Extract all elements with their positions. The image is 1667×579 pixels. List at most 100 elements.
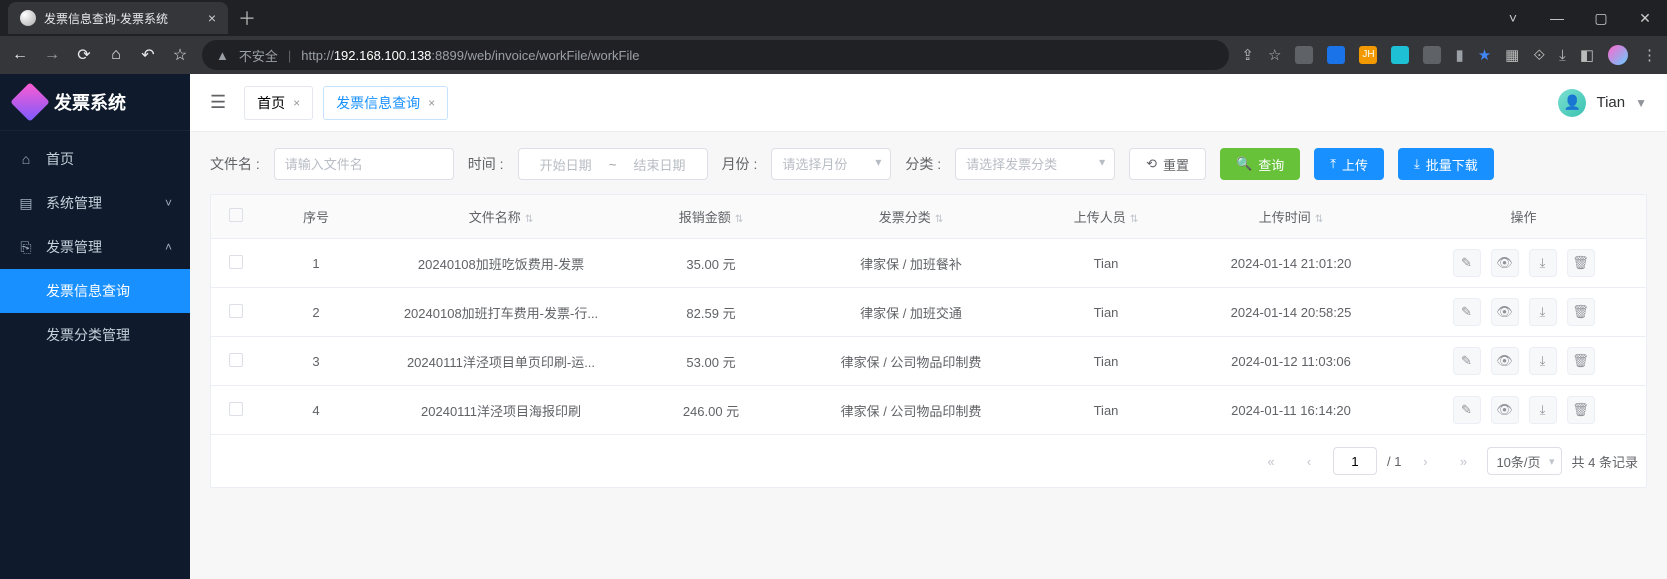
- extension-icon[interactable]: [1295, 46, 1313, 64]
- sidebar-item-home[interactable]: ⌂ 首页: [0, 137, 190, 181]
- page-size-select[interactable]: 10条/页: [1487, 447, 1561, 475]
- refresh-icon: ⟲: [1146, 156, 1157, 172]
- app: 发票系统 ⌂ 首页 ▤ 系统管理 ˅ ⎘ 发票管理 ˄ 发票信息查询 发票分类管…: [0, 74, 1667, 579]
- new-tab-button[interactable]: ＋: [238, 5, 256, 31]
- edit-button[interactable]: ✎: [1453, 298, 1481, 326]
- category-select[interactable]: [955, 148, 1115, 180]
- forward-button[interactable]: →: [42, 46, 62, 64]
- cell-amount: 53.00 元: [631, 337, 791, 386]
- profile-avatar[interactable]: [1608, 45, 1628, 65]
- crop-icon[interactable]: ⟐: [1533, 47, 1545, 64]
- system-icon: ▤: [18, 195, 34, 212]
- col-seq: 序号: [303, 210, 329, 225]
- sort-icon[interactable]: ⇅: [935, 214, 943, 225]
- month-select[interactable]: [771, 148, 891, 180]
- delete-button[interactable]: 🗑: [1567, 298, 1595, 326]
- sort-icon[interactable]: ⇅: [735, 214, 743, 225]
- close-icon[interactable]: ×: [208, 10, 216, 26]
- star-icon[interactable]: ☆: [1268, 46, 1281, 64]
- sidebar-sub-invoice-category[interactable]: 发票分类管理: [0, 313, 190, 357]
- user-menu[interactable]: 👤 Tian ▼: [1558, 89, 1647, 117]
- batch-download-button[interactable]: ⤓ 批量下载: [1398, 148, 1494, 180]
- select-all-checkbox[interactable]: [229, 208, 243, 222]
- file-name-input[interactable]: [274, 148, 454, 180]
- next-page-button[interactable]: ›: [1411, 447, 1439, 475]
- sort-icon[interactable]: ⇅: [1130, 214, 1138, 225]
- extension-icon[interactable]: [1327, 46, 1345, 64]
- window-minimize[interactable]: —: [1535, 10, 1579, 27]
- sidebar-sub-invoice-query[interactable]: 发票信息查询: [0, 269, 190, 313]
- topbar: ☰ 首页 × 发票信息查询 × 👤 Tian ▼: [190, 74, 1667, 132]
- address-bar[interactable]: ▲ 不安全 | http://192.168.100.138:8899/web/…: [202, 40, 1229, 70]
- view-button[interactable]: 👁: [1491, 347, 1519, 375]
- download-button[interactable]: ⤓: [1529, 396, 1557, 424]
- row-checkbox[interactable]: [229, 402, 243, 416]
- cell-category: 律家保 / 公司物品印制费: [791, 386, 1031, 435]
- row-checkbox[interactable]: [229, 353, 243, 367]
- sort-icon[interactable]: ⇅: [525, 214, 533, 225]
- kebab-menu-icon[interactable]: ⋮: [1642, 46, 1657, 64]
- window-minimize-dropdown[interactable]: ˅: [1491, 10, 1535, 27]
- undo-button[interactable]: ↶: [138, 45, 158, 65]
- tab-invoice-query[interactable]: 发票信息查询 ×: [323, 86, 448, 120]
- download-icon[interactable]: ⤓: [1559, 47, 1566, 64]
- delete-button[interactable]: 🗑: [1567, 249, 1595, 277]
- edit-button[interactable]: ✎: [1453, 249, 1481, 277]
- sidebar-item-system[interactable]: ▤ 系统管理 ˅: [0, 181, 190, 225]
- date-range-input[interactable]: 开始日期 ~ 结束日期: [518, 148, 708, 180]
- query-button[interactable]: 🔍 查询: [1220, 148, 1300, 180]
- collapse-sidebar-button[interactable]: ☰: [210, 92, 226, 113]
- cell-uploadtime: 2024-01-11 16:14:20: [1181, 386, 1401, 435]
- browser-tab[interactable]: 发票信息查询-发票系统 ×: [8, 2, 228, 34]
- prev-page-button[interactable]: ‹: [1295, 447, 1323, 475]
- sidebar-item-invoice[interactable]: ⎘ 发票管理 ˄: [0, 225, 190, 269]
- col-actions: 操作: [1510, 210, 1536, 225]
- first-page-button[interactable]: «: [1257, 447, 1285, 475]
- window-close[interactable]: ✕: [1623, 10, 1667, 27]
- extension-icon[interactable]: JH: [1359, 46, 1377, 64]
- view-button[interactable]: 👁: [1491, 396, 1519, 424]
- home-icon: ⌂: [18, 151, 34, 167]
- row-actions: ✎ 👁 ⤓ 🗑: [1409, 298, 1638, 326]
- sidepanel-icon[interactable]: ◧: [1580, 46, 1594, 64]
- bookmark-filled-icon[interactable]: ★: [1478, 46, 1491, 64]
- edit-button[interactable]: ✎: [1453, 396, 1481, 424]
- window-maximize[interactable]: ▢: [1579, 10, 1623, 27]
- extensions-menu-icon[interactable]: ▮: [1455, 46, 1463, 64]
- sort-icon[interactable]: ⇅: [1315, 214, 1323, 225]
- close-icon[interactable]: ×: [428, 96, 435, 110]
- cell-uploader: Tian: [1031, 386, 1181, 435]
- sidebar-item-label: 系统管理: [46, 193, 102, 213]
- category-input[interactable]: [955, 148, 1115, 180]
- month-input[interactable]: [771, 148, 891, 180]
- back-button[interactable]: ←: [10, 46, 30, 64]
- delete-button[interactable]: 🗑: [1567, 347, 1595, 375]
- cell-uploadtime: 2024-01-12 11:03:06: [1181, 337, 1401, 386]
- home-button[interactable]: ⌂: [106, 46, 126, 64]
- tab-home[interactable]: 首页 ×: [244, 86, 313, 120]
- content: 文件名 : 时间 : 开始日期 ~ 结束日期 月份 : 分类 : ⟲: [190, 132, 1667, 579]
- download-button[interactable]: ⤓: [1529, 249, 1557, 277]
- share-icon[interactable]: ⇪: [1241, 46, 1254, 64]
- reset-button[interactable]: ⟲ 重置: [1129, 148, 1206, 180]
- row-checkbox[interactable]: [229, 255, 243, 269]
- edit-button[interactable]: ✎: [1453, 347, 1481, 375]
- reload-button[interactable]: ⟳: [74, 45, 94, 65]
- view-button[interactable]: 👁: [1491, 249, 1519, 277]
- row-checkbox[interactable]: [229, 304, 243, 318]
- page-input[interactable]: [1333, 447, 1377, 475]
- close-icon[interactable]: ×: [293, 96, 300, 110]
- last-page-button[interactable]: »: [1449, 447, 1477, 475]
- bookmark-star-icon[interactable]: ☆: [170, 45, 190, 65]
- view-button[interactable]: 👁: [1491, 298, 1519, 326]
- download-button[interactable]: ⤓: [1529, 298, 1557, 326]
- filter-category-label: 分类 :: [905, 154, 941, 174]
- upload-button[interactable]: ⤒ 上传: [1314, 148, 1384, 180]
- extension-icon[interactable]: [1391, 46, 1409, 64]
- apps-icon[interactable]: ▦: [1505, 46, 1519, 64]
- delete-button[interactable]: 🗑: [1567, 396, 1595, 424]
- download-button[interactable]: ⤓: [1529, 347, 1557, 375]
- button-label: 上传: [1342, 155, 1368, 174]
- extension-icon[interactable]: [1423, 46, 1441, 64]
- chevron-up-icon: ˄: [165, 240, 172, 254]
